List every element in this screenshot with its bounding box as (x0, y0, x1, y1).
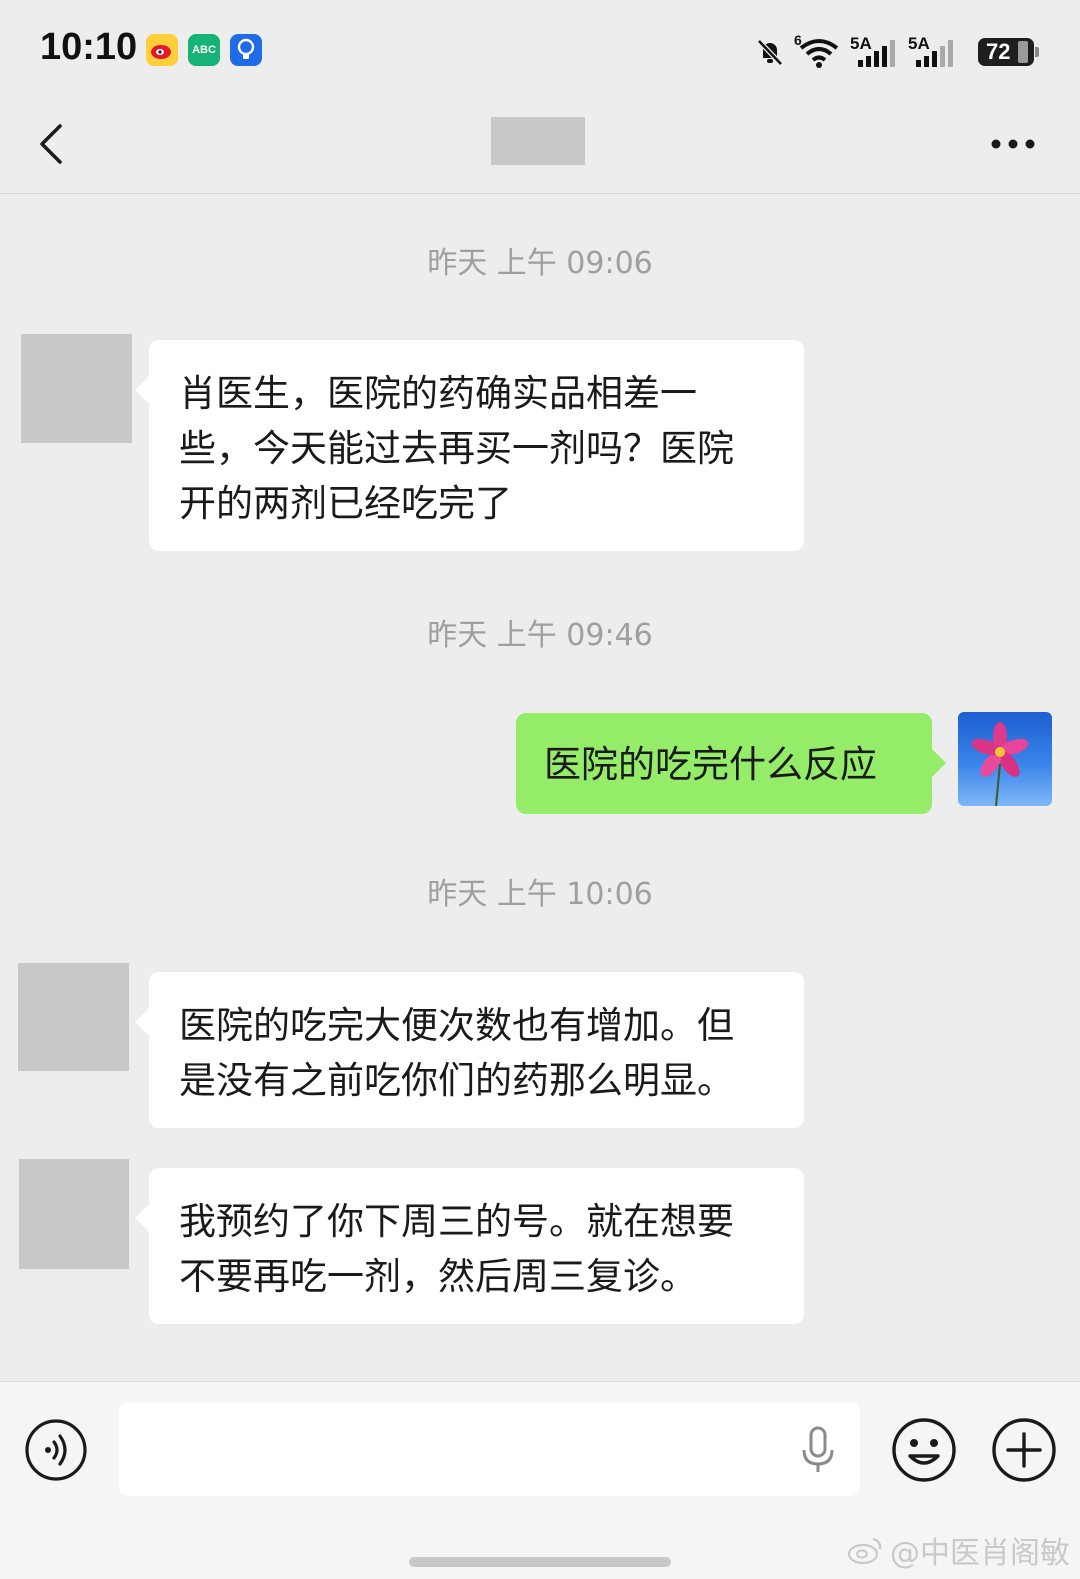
weibo-logo-icon (847, 1537, 882, 1565)
message-bubble-incoming[interactable]: 肖医生，医院的药确实品相差一 些，今天能过去再买一剂吗？医院 开的两剂已经吃完了 (135, 340, 804, 551)
message-line: 医院的吃完大便次数也有增加。但 (179, 1004, 734, 1047)
status-right: 6 5A 5A 72 (754, 32, 1039, 72)
signal-icon-2 (916, 40, 953, 67)
message-timestamp: 昨天 上午 10:06 (427, 877, 653, 912)
weibo-icon (146, 34, 178, 66)
flower-icon (971, 722, 1029, 806)
abc-icon: ABC (188, 34, 220, 66)
battery-level: 72 (986, 39, 1011, 64)
contact-avatar[interactable] (18, 963, 129, 1071)
message-line: 不要再吃一剂，然后周三复诊。 (179, 1255, 697, 1298)
contact-avatar[interactable] (19, 1159, 129, 1269)
signal-icon-1 (858, 40, 895, 67)
emoji-icon[interactable] (890, 1416, 958, 1484)
status-time: 10:10 (40, 26, 138, 68)
more-dots-icon[interactable] (990, 124, 1036, 164)
message-line: 我预约了你下周三的号。就在想要 (179, 1200, 734, 1243)
message-bubble-outgoing[interactable]: 医院的吃完什么反应 (516, 713, 946, 814)
message-timestamp: 昨天 上午 09:06 (427, 246, 653, 281)
message-line: 些，今天能过去再买一剂吗？医院 (179, 427, 734, 470)
plus-icon[interactable] (990, 1416, 1058, 1484)
chat-title-redacted (491, 117, 585, 165)
message-bubble-incoming[interactable]: 我预约了你下周三的号。就在想要 不要再吃一剂，然后周三复诊。 (135, 1168, 804, 1324)
message-line: 开的两剂已经吃完了 (179, 482, 512, 525)
watermark: @中医肖阁敏 (846, 1528, 1070, 1572)
status-bar: 10:10 ABC 6 5A 5A 72 (0, 0, 1080, 100)
mic-icon[interactable] (798, 1426, 838, 1474)
voice-icon[interactable] (24, 1418, 88, 1482)
message-input[interactable] (119, 1402, 860, 1496)
contact-avatar[interactable] (21, 334, 132, 443)
user-avatar[interactable] (958, 712, 1052, 806)
message-line: 是没有之前吃你们的药那么明显。 (179, 1059, 734, 1102)
watermark-text: @中医肖阁敏 (890, 1536, 1070, 1571)
wifi-icon (799, 39, 839, 68)
message-bubble-incoming[interactable]: 医院的吃完大便次数也有增加。但 是没有之前吃你们的药那么明显。 (135, 972, 804, 1128)
bulb-icon (230, 34, 262, 66)
message-timestamp: 昨天 上午 09:46 (427, 618, 653, 653)
message-line: 肖医生，医院的药确实品相差一 (179, 372, 697, 415)
chevron-left-icon[interactable] (30, 120, 80, 170)
nav-bar (0, 100, 1080, 194)
battery-icon: 72 (978, 38, 1039, 66)
message-line: 医院的吃完什么反应 (544, 743, 877, 786)
home-indicator[interactable] (409, 1557, 671, 1567)
bell-off-icon (757, 39, 783, 66)
